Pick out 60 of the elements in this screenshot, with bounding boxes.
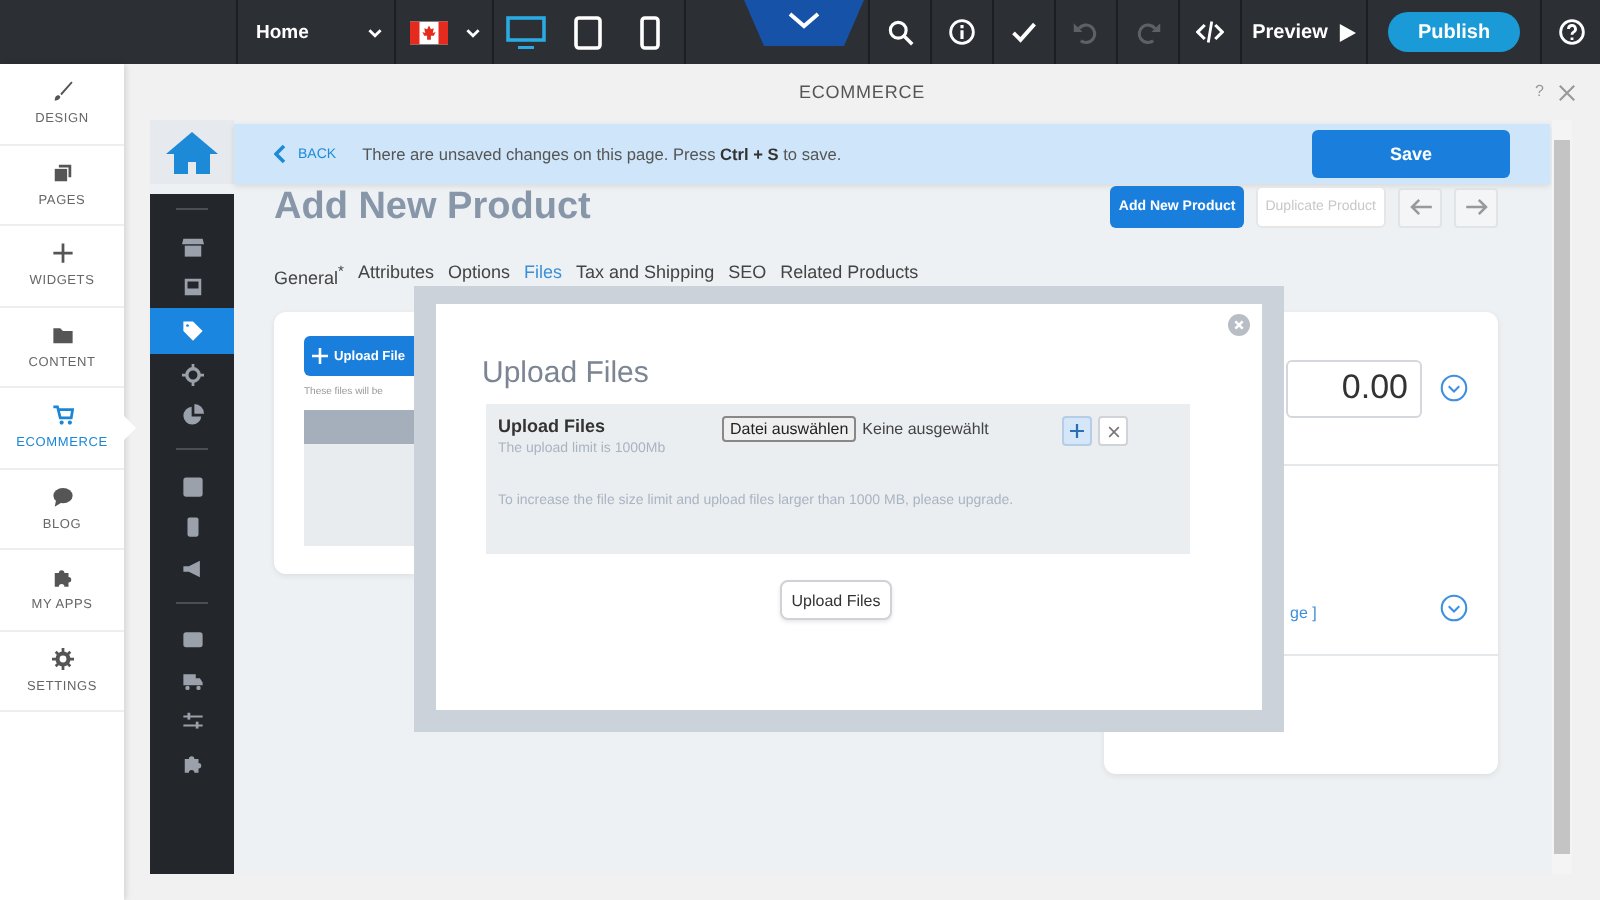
save-button[interactable]: Save [1312,130,1510,178]
panel-title: ECOMMERCE [798,82,926,102]
house-icon [166,130,218,174]
unsaved-message: There are unsaved changes on this page. Press Ctrl + S to save. [362,144,842,164]
choose-file-button[interactable]: Datei auswählen [722,416,857,442]
link-fragment[interactable]: ge ] [1290,604,1317,622]
tray-icon [181,276,203,299]
wallet-icon [181,628,203,651]
tab[interactable]: Related Products [780,262,919,288]
dialog-title: Upload Files [482,356,651,390]
brush-icon [51,80,73,103]
puzzle-icon [181,751,203,774]
play-icon [1337,23,1356,41]
strip-item[interactable] [150,308,234,354]
rounded-square-icon [181,475,203,498]
settings-icon [51,647,73,670]
folder-icon [51,323,73,346]
stacked-pages-icon [51,161,73,184]
help-icon[interactable] [1557,18,1585,46]
truck-icon [181,669,203,692]
plus-icon [1070,424,1084,438]
back-chevron-icon[interactable] [274,144,286,164]
chevron-circle-icon[interactable] [1440,374,1468,402]
file-table [304,410,414,546]
tab[interactable]: General$^{*}$ [274,262,344,288]
arrow-right-icon [1465,198,1487,216]
pie-chart-icon [181,404,203,427]
sliders-icon [181,710,203,733]
cart-icon [51,404,73,427]
puzzle-icon [51,566,73,589]
arrow-left-icon [1409,198,1431,216]
tab[interactable]: Tax and Shipping [576,262,715,288]
previous-button[interactable] [1398,187,1442,227]
next-button[interactable] [1454,187,1498,227]
caret-icon [368,27,382,37]
page-heading: Add New Product [274,185,591,229]
tab[interactable]: Options [447,262,511,288]
close-icon [1107,425,1119,437]
page-select[interactable]: Home [236,0,394,64]
caret-icon[interactable] [465,27,479,37]
tag-icon [181,320,203,342]
no-file-label: Keine ausgewählt [862,420,989,438]
megaphone-icon [181,557,203,580]
chevron-circle-icon[interactable] [1440,594,1468,622]
remove-file-button[interactable] [1098,416,1128,446]
preview-button[interactable]: Preview [1240,0,1366,64]
tab[interactable]: Attributes [357,262,434,288]
upload-files-button[interactable]: Upload Files [779,580,893,620]
canadian-flag-icon[interactable] [409,19,447,45]
publish-button[interactable]: Publish [1388,12,1520,52]
speech-bubble-icon [51,485,73,508]
add-file-button[interactable] [1062,416,1092,446]
plus-icon [312,348,328,364]
home-tile[interactable] [150,120,234,184]
dropdown-tab[interactable] [744,0,864,46]
tab[interactable]: SEO [728,262,767,288]
crosshair-icon [181,363,203,386]
price-field[interactable]: 0.00 [1286,359,1422,417]
plus-icon [51,242,73,265]
section-title: Upload Files [498,416,608,436]
